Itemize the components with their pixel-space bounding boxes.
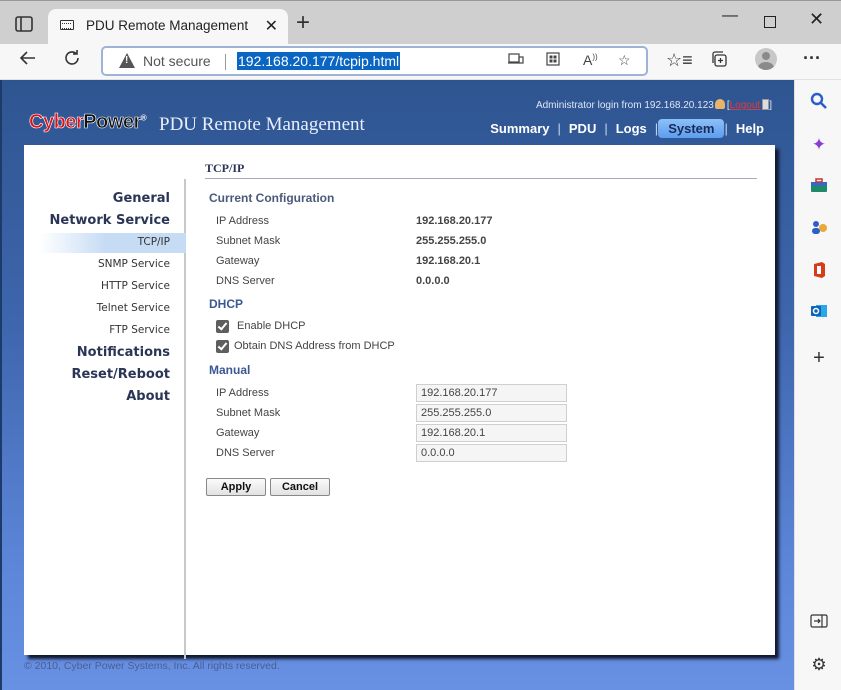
app-header: CyberPower® PDU Remote Management Admini… [2,80,794,145]
current-dns-label: DNS Server [216,275,275,287]
footer-copyright: © 2010, Cyber Power Systems, Inc. All ri… [24,660,280,672]
manual-subnet-label: Subnet Mask [216,407,281,419]
settings-gear-icon[interactable]: ⚙ [809,655,829,675]
more-menu-button[interactable]: ··· [803,48,821,69]
edge-sidebar: ✦ + ⚙ [794,80,841,690]
login-text: Administrator login from 192.168.20.123 [535,100,714,111]
add-favorite-icon[interactable]: ☆ [618,52,631,69]
read-aloud-icon[interactable]: A)) [583,52,598,68]
logo-registered: ® [140,113,147,123]
favorites-icon[interactable]: ☆≡ [666,50,693,71]
arrow-left-icon [19,51,35,65]
qr-grid-icon[interactable] [546,52,560,69]
cyberpower-logo: CyberPower® [29,111,147,134]
dhcp-heading: DHCP [209,297,244,311]
sidebar-copilot-icon[interactable]: ✦ [809,135,829,155]
manual-gateway-label: Gateway [216,427,260,439]
nav-pdu[interactable]: PDU [561,119,604,138]
maximize-button[interactable] [764,16,776,28]
profile-avatar[interactable] [755,48,777,70]
logo-power: Power [83,111,142,134]
device-icon[interactable] [508,52,524,69]
new-tab-button[interactable]: + [296,11,310,35]
app-title: PDU Remote Management [159,114,365,135]
warning-icon [119,53,135,68]
login-info: Administrator login from 192.168.20.123[… [536,99,772,111]
enable-dhcp-checkbox[interactable] [216,320,229,333]
window-close-button[interactable]: ✕ [809,9,824,30]
sidebar-item-http-service[interactable]: HTTP Service [101,280,170,292]
sidebar-item-notifications[interactable]: Notifications [77,345,170,360]
tab-title: PDU Remote Management [86,18,249,33]
tab-actions-button[interactable] [14,15,34,33]
refresh-button[interactable] [62,48,82,74]
manual-ip-label: IP Address [216,387,269,399]
sidebar-item-about[interactable]: About [126,389,170,404]
minimize-button[interactable]: — [722,7,738,25]
sidebar-item-telnet-service[interactable]: Telnet Service [97,302,170,314]
browser-tab-bar: PDU Remote Management ✕ + — ✕ [0,0,841,45]
current-gateway-label: Gateway [216,255,260,267]
top-nav: Summary | PDU | Logs | System | Help [482,119,772,138]
manual-dns-label: DNS Server [216,447,275,459]
sidebar-item-tcpip[interactable]: TCP/IP [138,236,170,248]
page-viewport: CyberPower® PDU Remote Management Admini… [0,80,794,690]
current-subnet-value: 255.255.255.0 [416,235,487,247]
manual-gateway-input[interactable] [416,424,567,442]
address-bar[interactable]: Not secure 192.168.20.177/tcpip.html A))… [101,46,648,76]
apply-button[interactable]: Apply [206,478,266,496]
browser-tab[interactable]: PDU Remote Management ✕ [48,9,288,45]
tab-close-button[interactable]: ✕ [265,16,278,36]
left-nav: General Network Service TCP/IP SNMP Serv… [24,179,186,659]
back-button[interactable] [18,48,38,74]
logo-cyber: Cyber [29,111,84,134]
sidebar-item-general[interactable]: General [113,191,170,206]
collections-icon[interactable] [710,50,728,73]
enable-dhcp-label[interactable]: Enable DHCP [237,320,305,332]
browser-toolbar: Not secure 192.168.20.177/tcpip.html A))… [0,44,841,80]
section-divider [205,178,757,179]
sidebar-add-icon[interactable]: + [809,348,829,368]
current-subnet-label: Subnet Mask [216,235,281,247]
bracket-close: ] [769,100,772,111]
sidebar-people-icon[interactable] [809,219,829,239]
hide-sidebar-icon[interactable] [809,613,829,633]
manual-ip-input[interactable] [416,384,567,402]
sidebar-search-icon[interactable] [809,92,829,112]
nav-summary[interactable]: Summary [482,119,557,138]
sidebar-item-ftp-service[interactable]: FTP Service [109,324,170,336]
url-text[interactable]: 192.168.20.177/tcpip.html [237,52,401,70]
refresh-icon [65,50,79,65]
address-separator [225,54,226,70]
security-indicator[interactable]: Not secure [143,53,211,69]
sidebar-outlook-icon[interactable] [809,303,829,323]
cancel-button[interactable]: Cancel [270,478,330,496]
current-ip-value: 192.168.20.177 [416,215,493,227]
nav-help[interactable]: Help [728,119,772,138]
logout-link[interactable]: Logout [730,100,761,111]
manual-dns-input[interactable] [416,444,567,462]
section-title: TCP/IP [205,161,245,175]
keyboard-favicon-icon [60,20,74,30]
current-gateway-value: 192.168.20.1 [416,255,481,267]
sidebar-tools-icon[interactable] [809,177,829,197]
obtain-dns-label[interactable]: Obtain DNS Address from DHCP [234,340,395,352]
sidebar-item-snmp-service[interactable]: SNMP Service [98,258,170,270]
content-panel: General Network Service TCP/IP SNMP Serv… [24,145,775,659]
manual-heading: Manual [209,363,251,377]
tab-actions-icon [15,16,33,32]
current-dns-value: 0.0.0.0 [416,275,450,287]
nav-system[interactable]: System [658,119,725,138]
obtain-dns-checkbox[interactable] [216,340,229,353]
manual-subnet-input[interactable] [416,404,567,422]
sidebar-item-network-service[interactable]: Network Service [50,213,170,228]
sidebar-office-icon[interactable] [809,261,829,281]
current-config-heading: Current Configuration [209,191,335,205]
sidebar-item-reset-reboot[interactable]: Reset/Reboot [71,367,170,382]
current-ip-label: IP Address [216,215,269,227]
nav-logs[interactable]: Logs [608,119,655,138]
user-icon [714,99,725,109]
